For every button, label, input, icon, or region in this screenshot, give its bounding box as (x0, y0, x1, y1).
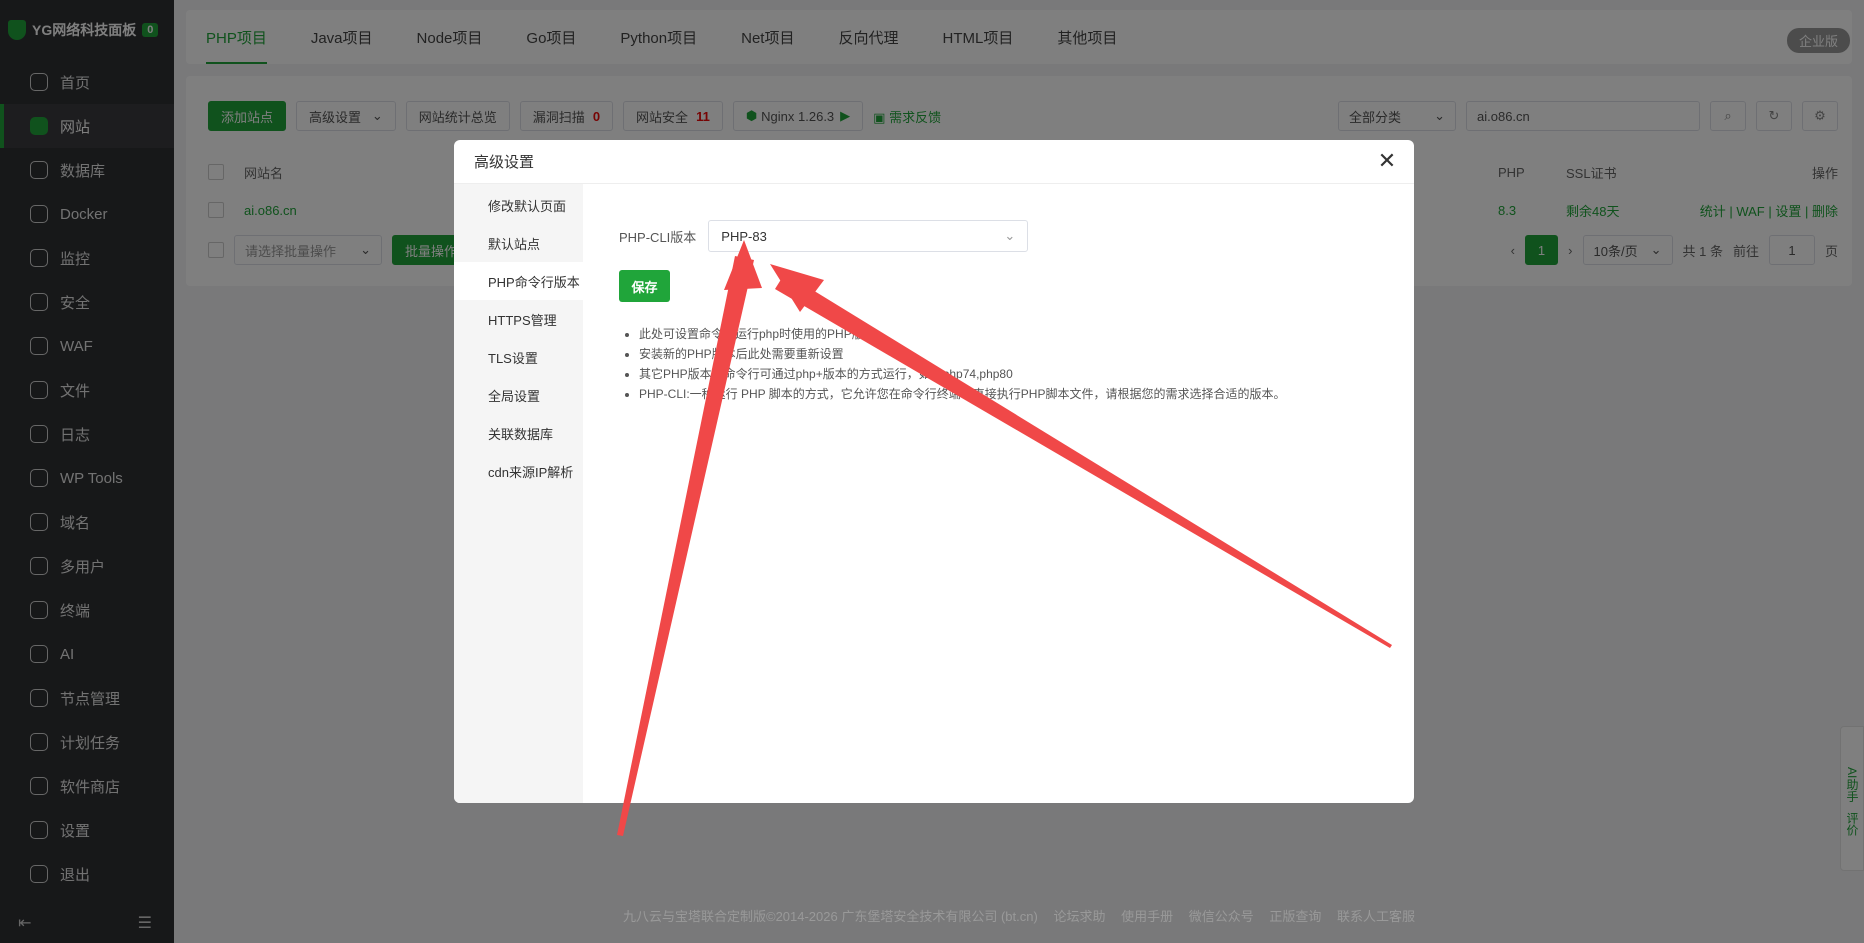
footer-link-wechat[interactable]: 微信公众号 (1189, 909, 1254, 924)
tips-list: 此处可设置命令行运行php时使用的PHP版本 安装新的PHP版本后此处需要重新设… (619, 324, 1414, 404)
modal-menu-item[interactable]: 全局设置 (454, 376, 583, 414)
close-icon[interactable]: ✕ (1376, 148, 1398, 173)
modal-menu-item[interactable]: 默认站点 (454, 224, 583, 262)
tip-item: 安装新的PHP版本后此处需要重新设置 (639, 344, 1414, 364)
modal-title: 高级设置 (474, 154, 535, 171)
modal-header: 高级设置 ✕ (454, 140, 1414, 184)
footer-link-forum[interactable]: 论坛求助 (1053, 909, 1105, 924)
footer-link-verify[interactable]: 正版查询 (1269, 909, 1321, 924)
modal-menu: 修改默认页面 默认站点 PHP命令行版本 HTTPS管理 TLS设置 全局设置 关联数据库 c… (454, 184, 583, 803)
tip-item: 其它PHP版本在命令行可通过php+版本的方式运行，如：php74,php80 (639, 364, 1414, 384)
copyright: 九八云与宝塔联合定制版©2014-2026 广东堡塔安全技术有限公司 (bt.c… (622, 909, 1038, 924)
tip-item: PHP-CLI:一种运行 PHP 脚本的方式，它允许您在命令行终端中直接执行PH… (639, 384, 1414, 404)
modal-body: PHP-CLI版本 PHP-83 ⌄ 保存 此处可设置命令行运行php时使用的P… (583, 184, 1414, 803)
footer-link-support[interactable]: 联系人工客服 (1337, 909, 1415, 924)
modal-menu-item[interactable]: HTTPS管理 (454, 300, 583, 338)
php-cli-label: PHP-CLI版本 (619, 229, 697, 245)
modal-menu-item[interactable]: 关联数据库 (454, 414, 583, 452)
modal-menu-item[interactable]: PHP命令行版本 (454, 262, 583, 300)
tip-item: 此处可设置命令行运行php时使用的PHP版本 (639, 324, 1414, 344)
php-cli-value: PHP-83 (721, 228, 767, 244)
footer-link-manual[interactable]: 使用手册 (1121, 909, 1173, 924)
modal-menu-item[interactable]: cdn来源IP解析 (454, 452, 583, 490)
php-cli-select[interactable]: PHP-83 ⌄ (708, 220, 1029, 252)
footer: 九八云与宝塔联合定制版©2014-2026 广东堡塔安全技术有限公司 (bt.c… (174, 906, 1864, 925)
advanced-settings-modal: 高级设置 ✕ 修改默认页面 默认站点 PHP命令行版本 HTTPS管理 TLS设置 全局设… (454, 140, 1414, 803)
save-button[interactable]: 保存 (619, 270, 670, 302)
modal-menu-item[interactable]: 修改默认页面 (454, 186, 583, 224)
chevron-down-icon: ⌄ (1004, 228, 1016, 243)
modal-menu-item[interactable]: TLS设置 (454, 338, 583, 376)
